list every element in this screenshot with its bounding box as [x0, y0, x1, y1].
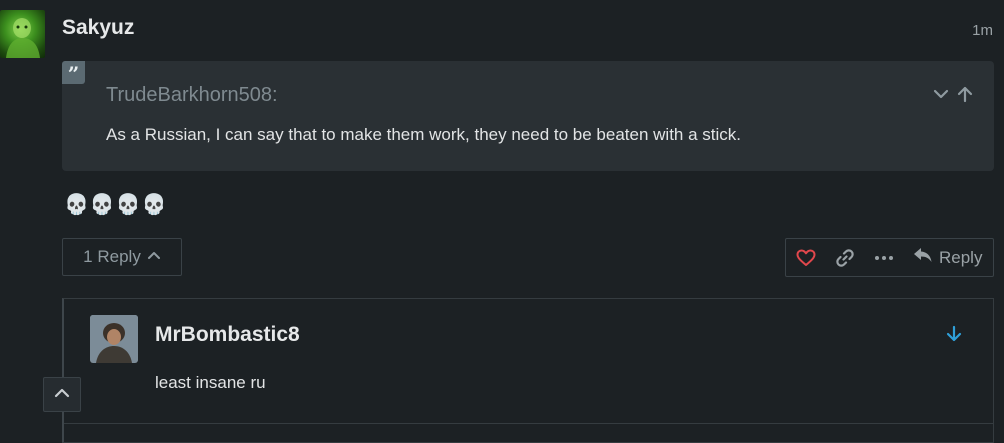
replies-count-label: 1 Reply	[83, 247, 141, 266]
avatar-image	[6, 18, 40, 58]
replies-toggle-button[interactable]: 1 Reply	[62, 238, 182, 276]
quote-author: TrudeBarkhorn508:	[106, 84, 278, 106]
quote-text: As a Russian, I can say that to make the…	[106, 125, 741, 144]
user-avatar[interactable]	[0, 10, 45, 58]
reply-button[interactable]: Reply	[913, 247, 982, 268]
post-username[interactable]: Sakyuz	[62, 16, 134, 40]
reply-avatar-image	[90, 315, 138, 363]
post-text: 💀💀💀💀	[64, 194, 168, 216]
quote-block: ” TrudeBarkhorn508: As a Russian, I can …	[62, 61, 994, 171]
reply-avatar[interactable]	[90, 315, 138, 363]
reply-divider	[64, 423, 993, 424]
chevron-down-icon[interactable]	[932, 85, 950, 103]
post-actions: Reply	[785, 238, 994, 277]
more-options-icon[interactable]	[874, 255, 894, 261]
reply-label: Reply	[939, 247, 983, 267]
reply-text: least insane ru	[155, 373, 266, 392]
quote-controls	[932, 85, 974, 103]
like-heart-icon[interactable]	[796, 249, 816, 267]
reply-card: MrBombastic8 least insane ru	[62, 298, 994, 443]
scroll-to-top-button[interactable]	[43, 377, 81, 412]
link-icon[interactable]	[835, 248, 855, 268]
chevron-up-icon	[147, 247, 161, 267]
arrow-up-icon[interactable]	[956, 85, 974, 103]
chevron-up-icon	[54, 386, 70, 404]
reply-arrow-icon	[913, 247, 933, 268]
quote-icon: ”	[62, 61, 85, 86]
post-timestamp[interactable]: 1m	[972, 22, 993, 39]
reply-username[interactable]: MrBombastic8	[155, 323, 300, 347]
arrow-down-icon[interactable]	[945, 325, 963, 348]
